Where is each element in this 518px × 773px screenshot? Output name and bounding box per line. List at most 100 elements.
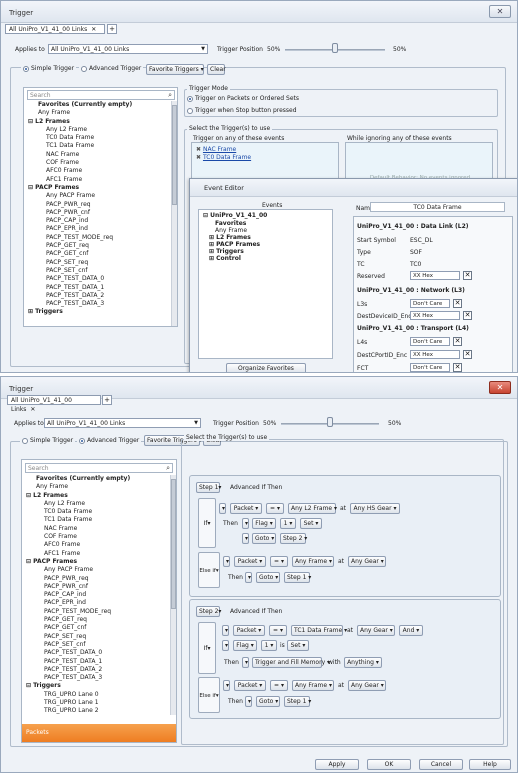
clear-field-icon[interactable]: ✕ bbox=[463, 311, 472, 320]
tree-item[interactable]: Any Frame bbox=[28, 109, 168, 117]
tree-group[interactable]: ⊟ L2 Frames bbox=[26, 492, 166, 500]
clear-field-icon[interactable]: ✕ bbox=[453, 363, 462, 372]
row-menu-button[interactable]: ▾ bbox=[222, 625, 229, 636]
search-input[interactable]: Search ⌕ bbox=[27, 90, 175, 100]
simple-trigger-radio[interactable]: Simple Trigger bbox=[20, 437, 76, 444]
if-block-handle[interactable]: If▾ bbox=[198, 498, 216, 548]
tree-item[interactable]: PACP_PWR_req bbox=[26, 575, 166, 583]
event-link[interactable]: NAC Frame bbox=[203, 146, 236, 153]
tree-item[interactable]: PACP_PWR_cnf bbox=[26, 583, 166, 591]
tree-item[interactable]: AFC0 Frame bbox=[28, 167, 168, 175]
tree-item[interactable]: TRG_UPRO Lane 0 bbox=[26, 691, 166, 699]
name-field[interactable]: TC0 Data Frame bbox=[370, 202, 505, 212]
packets-tab[interactable]: Packets bbox=[22, 724, 176, 742]
clear-field-icon[interactable]: ✕ bbox=[453, 337, 462, 346]
trigger-on-packets-radio[interactable]: Trigger on Packets or Ordered Sets bbox=[187, 95, 299, 102]
tree-item[interactable]: Any L2 Frame bbox=[26, 500, 166, 508]
dest-cport-field[interactable]: XX Hex bbox=[410, 350, 460, 359]
tree-item[interactable]: Favorites (Currently empty) bbox=[26, 475, 166, 483]
advanced-trigger-radio[interactable]: Advanced Trigger bbox=[77, 437, 142, 444]
trigger-stop-radio[interactable]: Trigger when Stop button pressed bbox=[187, 107, 297, 114]
tree-item[interactable]: AFC0 Frame bbox=[26, 541, 166, 549]
tree-item[interactable]: PACP_PWR_cnf bbox=[28, 209, 168, 217]
tree-group[interactable]: ⊟ L2 Frames bbox=[28, 118, 168, 126]
goto-select[interactable]: Goto ▾ bbox=[256, 696, 280, 707]
tree-group[interactable]: ⊟ PACP Frames bbox=[28, 184, 168, 192]
help-button[interactable]: Help bbox=[469, 759, 511, 770]
tree-item[interactable]: PACP_EPR_ind bbox=[28, 225, 168, 233]
l3s-select[interactable]: Don't Care bbox=[410, 299, 450, 308]
event-link[interactable]: TC0 Data Frame bbox=[203, 154, 251, 161]
flag-state-select[interactable]: Set ▾ bbox=[287, 640, 309, 651]
frame-select[interactable]: Any Frame ▾ bbox=[292, 556, 334, 567]
tree-item[interactable]: TC0 Data Frame bbox=[26, 508, 166, 516]
tree-item[interactable]: PACP_EPR_ind bbox=[26, 599, 166, 607]
tab-close-icon[interactable]: ✕ bbox=[91, 26, 96, 33]
tree-scrollbar[interactable] bbox=[171, 101, 177, 326]
tree-item[interactable]: PACP_CAP_ind bbox=[28, 217, 168, 225]
tree-group[interactable]: ⊞ L2 Frames bbox=[203, 234, 267, 241]
tree-group[interactable]: ⊟ Triggers bbox=[26, 682, 166, 690]
tree-item[interactable]: Favorites bbox=[203, 220, 267, 227]
tree-item[interactable]: Any PACP Frame bbox=[26, 566, 166, 574]
packet-select[interactable]: Packet ▾ bbox=[230, 503, 262, 514]
else-if-block-handle[interactable]: Else if▾ bbox=[198, 552, 220, 588]
row-menu-button[interactable]: ▾ bbox=[245, 572, 252, 583]
tab-all-links[interactable]: All UniPro_V1_41_00 Links ✕ bbox=[7, 395, 101, 413]
close-button[interactable]: ✕ bbox=[489, 5, 511, 18]
tree-item[interactable]: PACP_SET_req bbox=[28, 259, 168, 267]
with-select[interactable]: Anything ▾ bbox=[344, 657, 382, 668]
gear-select[interactable]: Any HS Gear ▾ bbox=[350, 503, 400, 514]
tree-item[interactable]: TRG_UPRO Lane 1 bbox=[26, 699, 166, 707]
flag-select[interactable]: Flag ▾ bbox=[233, 640, 257, 651]
operator-select[interactable]: = ▾ bbox=[269, 625, 287, 636]
l4s-select[interactable]: Don't Care bbox=[410, 337, 450, 346]
tree-item[interactable]: TC1 Data Frame bbox=[28, 142, 168, 150]
close-button[interactable]: ✕ bbox=[489, 381, 511, 394]
tree-item[interactable]: NAC Frame bbox=[28, 151, 168, 159]
gear-select[interactable]: Any Gear ▾ bbox=[357, 625, 395, 636]
tree-item[interactable]: PACP_TEST_DATA_1 bbox=[26, 658, 166, 666]
goto-step-select[interactable]: Step 2 ▾ bbox=[280, 533, 307, 544]
row-menu-button[interactable]: ▾ bbox=[242, 518, 249, 529]
organize-favorites-button[interactable]: Organize Favorites bbox=[226, 363, 306, 372]
row-menu-button[interactable]: ▾ bbox=[223, 556, 230, 567]
frame-select[interactable]: TC1 Data Frame ▾ bbox=[291, 625, 347, 636]
flag-number-select[interactable]: 1 ▾ bbox=[261, 640, 277, 651]
tree-item[interactable]: PACP_TEST_DATA_0 bbox=[26, 649, 166, 657]
tree-group[interactable]: ⊞ PACP Frames bbox=[203, 241, 267, 248]
row-menu-button[interactable]: ▾ bbox=[242, 657, 249, 668]
applies-to-select[interactable]: All UniPro_V1_41_00 Links ▼ bbox=[48, 44, 208, 54]
packet-select[interactable]: Packet ▾ bbox=[233, 625, 265, 636]
tree-item[interactable]: PACP_GET_req bbox=[28, 242, 168, 250]
tree-item[interactable]: TC1 Data Frame bbox=[26, 516, 166, 524]
search-input[interactable]: Search ⌕ bbox=[25, 463, 173, 473]
row-menu-button[interactable]: ▾ bbox=[223, 680, 230, 691]
remove-icon[interactable]: ✖ bbox=[196, 154, 201, 161]
tree-group[interactable]: ⊞ Control bbox=[203, 255, 267, 262]
tree-item[interactable]: PACP_GET_cnf bbox=[28, 250, 168, 258]
reserved-field[interactable]: XX Hex bbox=[410, 271, 460, 280]
tree-item[interactable]: PACP_GET_cnf bbox=[26, 624, 166, 632]
dest-device-field[interactable]: XX Hex bbox=[410, 311, 460, 320]
tree-scrollbar[interactable] bbox=[170, 475, 176, 715]
tree-item[interactable]: PACP_TEST_DATA_1 bbox=[28, 284, 168, 292]
tree-item[interactable]: PACP_SET_cnf bbox=[26, 641, 166, 649]
tree-item[interactable]: PACP_TEST_MODE_req bbox=[26, 608, 166, 616]
tree-item[interactable]: PACP_TEST_DATA_0 bbox=[28, 275, 168, 283]
step-2-select[interactable]: Step 2▾ bbox=[196, 606, 221, 617]
tree-item[interactable]: AFC1 Frame bbox=[28, 176, 168, 184]
tree-item[interactable]: PACP_TEST_DATA_3 bbox=[26, 674, 166, 682]
operator-select[interactable]: = ▾ bbox=[266, 503, 284, 514]
tree-item[interactable]: PACP_SET_req bbox=[26, 633, 166, 641]
trigger-position-thumb[interactable] bbox=[327, 417, 333, 427]
tree-item[interactable]: Any Frame bbox=[203, 227, 267, 234]
tree-item[interactable]: Any Frame bbox=[26, 483, 166, 491]
clear-button[interactable]: Clear bbox=[207, 64, 226, 75]
if-block-handle[interactable]: If▾ bbox=[198, 622, 216, 674]
frame-select[interactable]: Any L2 Frame ▾ bbox=[288, 503, 337, 514]
tree-item[interactable]: PACP_TEST_DATA_2 bbox=[28, 292, 168, 300]
event-item[interactable]: ✖ NAC Frame bbox=[196, 146, 236, 153]
tree-group[interactable]: ⊟ PACP Frames bbox=[26, 558, 166, 566]
tree-group[interactable]: ⊞ Triggers bbox=[203, 248, 267, 255]
